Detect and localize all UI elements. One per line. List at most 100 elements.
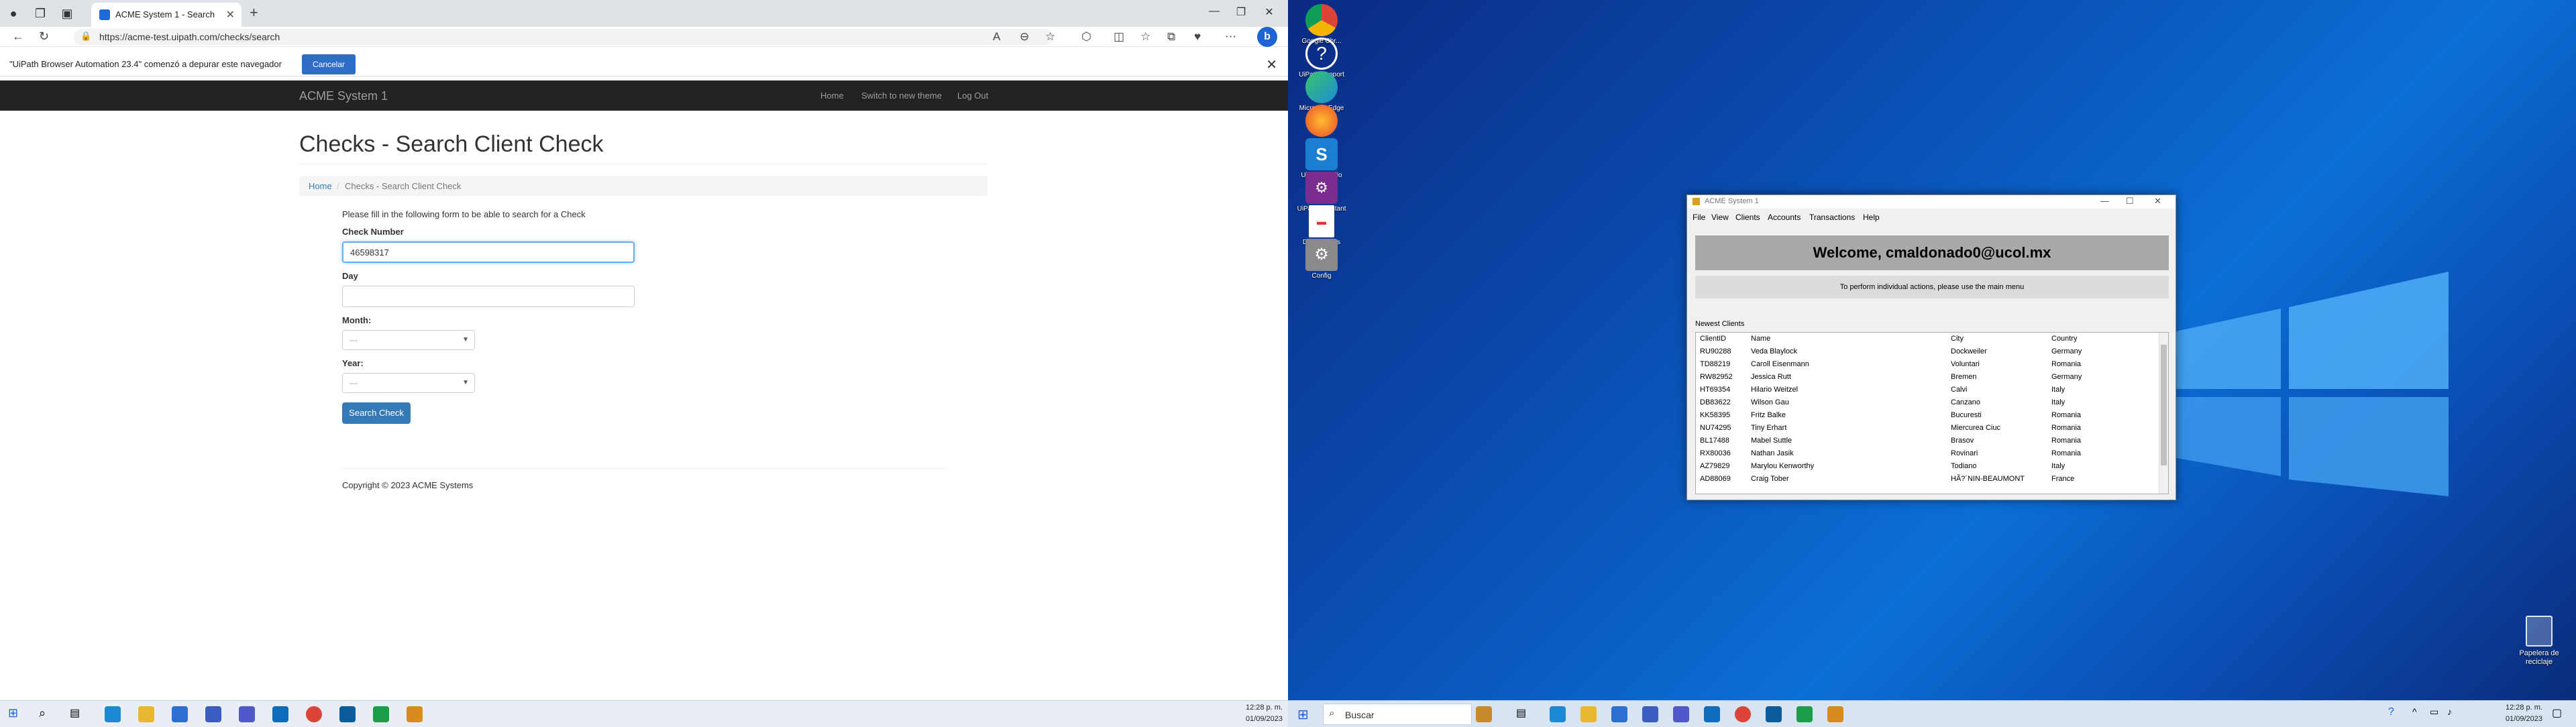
start-icon[interactable]: ⊞: [1297, 706, 1313, 722]
newest-clients-grid[interactable]: ClientID Name City Country RU90288 Veda B…: [1695, 332, 2169, 494]
tab-actions-icon[interactable]: ▣: [59, 5, 75, 21]
uipath-studio-icon[interactable]: [1766, 706, 1782, 722]
breadcrumb-home[interactable]: Home: [309, 181, 332, 191]
table-row[interactable]: RX80036 Nathan Jasik Rovinari Romania: [1696, 447, 2159, 460]
bing-copilot-icon[interactable]: b: [1257, 27, 1277, 47]
col-name[interactable]: Name: [1751, 335, 1770, 343]
acme-app-icon[interactable]: [1827, 706, 1843, 722]
outlook-icon[interactable]: [272, 706, 288, 722]
maximize-icon[interactable]: ☐: [2126, 196, 2134, 207]
store-icon[interactable]: [172, 706, 188, 722]
news-widget-icon[interactable]: [1476, 706, 1492, 722]
browser-essentials-icon[interactable]: ♥: [1194, 30, 1201, 44]
chevron-up-icon[interactable]: ^: [2412, 706, 2428, 722]
edge-taskbar-icon[interactable]: [1550, 706, 1566, 722]
start-icon[interactable]: ⊞: [8, 706, 24, 722]
table-row[interactable]: KK58395 Fritz Balke Bucuresti Romania: [1696, 409, 2159, 422]
year-select[interactable]: --- ▼: [342, 373, 475, 393]
acme-app-icon[interactable]: [407, 706, 423, 722]
table-row[interactable]: TD88219 Caroll Eisenmann Voluntari Romania: [1696, 358, 2159, 371]
volume-icon[interactable]: ♪: [2447, 706, 2463, 722]
col-city[interactable]: City: [1951, 335, 1964, 343]
task-view-icon[interactable]: ▤: [70, 706, 86, 722]
help-tray-icon[interactable]: ?: [2388, 706, 2404, 722]
zoom-icon[interactable]: ⊖: [1020, 30, 1029, 44]
menu-file[interactable]: File: [1693, 213, 1705, 222]
notifications-icon[interactable]: ▢: [2552, 706, 2568, 722]
new-tab-icon[interactable]: +: [250, 5, 258, 20]
site-brand[interactable]: ACME System 1: [299, 89, 388, 103]
store-icon[interactable]: [1611, 706, 1627, 722]
menu-view[interactable]: View: [1711, 213, 1729, 222]
uipath-studio-icon[interactable]: [339, 706, 356, 722]
edge-taskbar-icon[interactable]: [105, 706, 121, 722]
mail-icon[interactable]: [205, 706, 221, 722]
desktop-icon-config[interactable]: ⚙ Config: [1295, 239, 1348, 280]
close-infobar-icon[interactable]: ✕: [1266, 56, 1277, 73]
file-explorer-icon[interactable]: [1580, 706, 1597, 722]
search-check-button[interactable]: Search Check: [342, 402, 411, 424]
close-icon[interactable]: ✕: [2154, 196, 2161, 207]
outlook-icon[interactable]: [1704, 706, 1720, 722]
table-row[interactable]: NU74295 Tiny Erhart Miercurea Ciuc Romania: [1696, 422, 2159, 435]
chrome-icon[interactable]: [1735, 706, 1751, 722]
table-row[interactable]: BL17488 Mabel Suttle Brasov Romania: [1696, 435, 2159, 447]
cell-clientid: NU74295: [1700, 424, 1731, 432]
more-options-icon[interactable]: ⋯: [1225, 30, 1236, 44]
excel-icon[interactable]: [373, 706, 389, 722]
teams-icon[interactable]: [1673, 706, 1689, 722]
menu-accounts[interactable]: Accounts: [1768, 213, 1801, 222]
file-explorer-icon[interactable]: [138, 706, 154, 722]
close-tab-icon[interactable]: ✕: [226, 8, 235, 21]
maximize-icon[interactable]: ❐: [1228, 5, 1254, 19]
table-row[interactable]: HT69354 Hilario Weitzel Calvi Italy: [1696, 384, 2159, 396]
close-window-icon[interactable]: ✕: [1256, 5, 1283, 19]
minimize-icon[interactable]: —: [2100, 196, 2109, 206]
task-view-icon[interactable]: ▤: [1516, 706, 1532, 722]
mail-icon[interactable]: [1642, 706, 1658, 722]
network-icon[interactable]: ▭: [2430, 706, 2446, 722]
right-clock[interactable]: 12:28 p. m. 01/09/2023: [2489, 702, 2542, 725]
refresh-icon[interactable]: ↻: [39, 30, 49, 44]
taskbar-search-box[interactable]: ⌕ Buscar: [1323, 704, 1472, 725]
col-clientid[interactable]: ClientID: [1700, 335, 1726, 343]
check-number-input[interactable]: 46598317: [342, 241, 635, 263]
month-select[interactable]: --- ▼: [342, 330, 475, 350]
menu-clients[interactable]: Clients: [1735, 213, 1760, 222]
table-row[interactable]: DB83622 Wilson Gau Canzano Italy: [1696, 396, 2159, 409]
desktop-icon-label: Papelera de reciclaje: [2519, 649, 2559, 666]
back-icon[interactable]: ←: [12, 30, 24, 44]
tab-acme-search[interactable]: ACME System 1 - Search Client C... ✕: [91, 3, 241, 27]
extensions-icon[interactable]: ⬡: [1081, 30, 1091, 44]
read-aloud-icon[interactable]: A: [993, 30, 1000, 44]
cancel-debug-button[interactable]: Cancelar: [302, 54, 356, 74]
collections-icon[interactable]: ⧉: [1167, 30, 1175, 44]
nav-switch-theme[interactable]: Switch to new theme: [861, 91, 942, 101]
workspaces-icon[interactable]: ❐: [32, 5, 48, 21]
teams-icon[interactable]: [239, 706, 255, 722]
day-input[interactable]: [342, 286, 635, 307]
profile-icon[interactable]: ●: [5, 5, 21, 21]
search-icon[interactable]: ⌕: [39, 706, 55, 722]
favorite-star-icon[interactable]: ☆: [1045, 30, 1055, 44]
favorites-icon[interactable]: ☆: [1140, 30, 1150, 44]
minimize-icon[interactable]: —: [1201, 5, 1228, 17]
left-clock[interactable]: 12:28 p. m. 01/09/2023: [1234, 702, 1283, 725]
grid-scrollbar[interactable]: [2159, 333, 2168, 494]
desktop-icon-recycle-bin[interactable]: Papelera de reciclaje: [2509, 616, 2569, 667]
split-screen-icon[interactable]: ◫: [1114, 30, 1124, 44]
table-row[interactable]: AD88069 Craig Tober HÃ?´NIN-BEAUMONT France: [1696, 473, 2159, 486]
scrollbar-thumb[interactable]: [2161, 345, 2167, 465]
excel-icon[interactable]: [1796, 706, 1813, 722]
menu-transactions[interactable]: Transactions: [1809, 213, 1855, 222]
table-row[interactable]: AZ79829 Marylou Kenworthy Todiano Italy: [1696, 460, 2159, 473]
url-field[interactable]: 🔒 https://acme-test.uipath.com/checks/se…: [74, 29, 1053, 45]
cell-country: Italy: [2051, 398, 2065, 406]
table-row[interactable]: RU90288 Veda Blaylock Dockweiler Germany: [1696, 345, 2159, 358]
nav-logout[interactable]: Log Out: [957, 91, 988, 101]
menu-help[interactable]: Help: [1863, 213, 1880, 222]
chrome-icon[interactable]: [306, 706, 322, 722]
table-row[interactable]: RW82952 Jessica Rutt Bremen Germany: [1696, 371, 2159, 384]
col-country[interactable]: Country: [2051, 335, 2078, 343]
nav-home[interactable]: Home: [820, 91, 844, 101]
